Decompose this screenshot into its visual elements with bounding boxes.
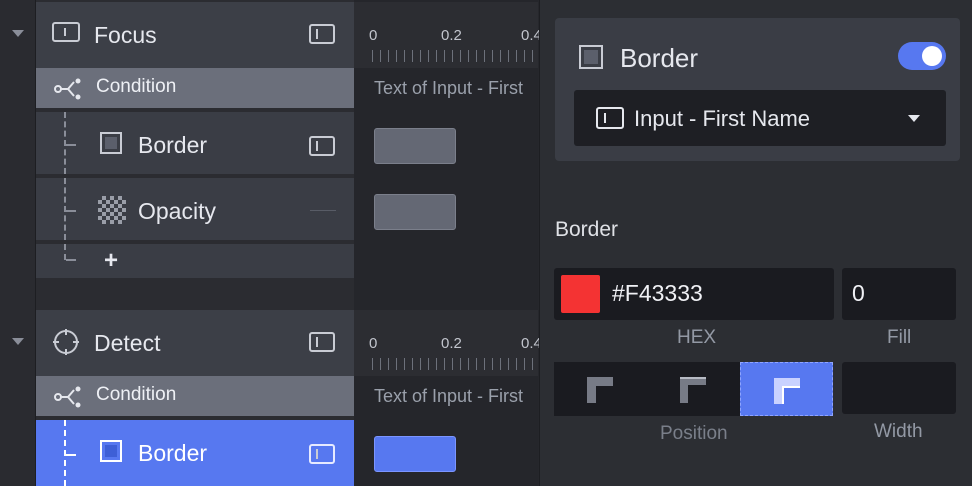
condition-row[interactable]: Condition [36, 68, 354, 108]
section-label: Border [555, 218, 619, 241]
collapse-detect-icon[interactable] [12, 338, 24, 345]
color-swatch[interactable] [561, 275, 600, 313]
tree-line [64, 112, 66, 174]
position-center-icon [680, 377, 706, 403]
input-badge-icon [309, 136, 335, 156]
hex-label: HEX [677, 327, 717, 348]
input-icon [596, 107, 624, 129]
fill-value: 0 [852, 280, 865, 306]
tick-label: 0.2 [441, 27, 462, 44]
divider [310, 210, 336, 211]
position-inside-button[interactable] [740, 362, 833, 416]
tick-label: 0.2 [441, 335, 462, 352]
layer-item-opacity[interactable]: Opacity [36, 178, 354, 240]
chevron-down-icon [908, 115, 920, 122]
timeline-bar[interactable] [374, 128, 456, 164]
fill-label: Fill [887, 327, 912, 348]
tick-label: 0 [369, 335, 378, 352]
layer-item-border-selected[interactable]: Border [36, 420, 354, 486]
fill-field[interactable]: 0 [842, 268, 956, 320]
input-badge-icon [309, 332, 335, 352]
timeline [354, 0, 538, 486]
hex-value: #F43333 [612, 280, 703, 306]
group-title: Focus [94, 22, 157, 48]
border-icon [100, 132, 122, 154]
width-field[interactable] [842, 362, 956, 414]
ruler-ticks [372, 358, 538, 370]
position-inside-icon [774, 378, 800, 404]
tree-line [64, 420, 66, 486]
position-outside-button[interactable] [554, 362, 647, 416]
layer-label: Opacity [138, 198, 216, 224]
timeline-bar[interactable] [374, 194, 456, 230]
timeline-ruler-detect[interactable]: 0 0.2 0.4 [354, 310, 542, 376]
condition-label: Condition [96, 384, 177, 405]
hex-field[interactable]: #F43333 [554, 268, 834, 320]
position-center-button[interactable] [647, 362, 740, 416]
group-focus-header[interactable]: Focus [36, 2, 354, 68]
add-button[interactable]: + [104, 247, 118, 275]
tick-label: 0 [369, 27, 378, 44]
branch-icon [54, 386, 81, 408]
opacity-checker-icon [98, 196, 126, 224]
target-select-value: Input - First Name [634, 106, 811, 131]
timeline-bar-selected[interactable] [374, 436, 456, 472]
add-item-row[interactable]: + [36, 244, 354, 278]
condition-label: Condition [96, 76, 177, 97]
layer-label: Border [138, 132, 208, 158]
collapse-gutter [0, 0, 36, 486]
layer-item-border[interactable]: Border [36, 112, 354, 174]
input-badge-icon [309, 24, 335, 44]
condition-text: Text of Input - First [374, 386, 524, 406]
collapse-focus-icon[interactable] [12, 30, 24, 37]
target-select[interactable]: Input - First Name [574, 90, 946, 146]
branch-icon [54, 78, 81, 100]
timeline-ruler-focus[interactable]: 0 0.2 0.4 [354, 2, 542, 68]
group-detect-header[interactable]: Detect [36, 310, 354, 376]
border-icon [100, 440, 122, 462]
ruler-ticks [372, 50, 538, 62]
crosshair-icon [53, 329, 79, 355]
width-label: Width [874, 421, 923, 442]
effect-enabled-toggle[interactable] [898, 42, 946, 70]
condition-text: Text of Input - First [374, 78, 524, 98]
input-badge-icon [309, 444, 335, 464]
group-title: Detect [94, 330, 161, 356]
position-label: Position [660, 423, 728, 444]
effect-title: Border [620, 43, 699, 73]
input-icon [52, 22, 80, 42]
tree-line [64, 178, 66, 240]
position-outside-icon [587, 377, 613, 403]
condition-row[interactable]: Condition [36, 376, 354, 416]
border-icon [579, 45, 603, 69]
layer-label: Border [138, 440, 208, 466]
